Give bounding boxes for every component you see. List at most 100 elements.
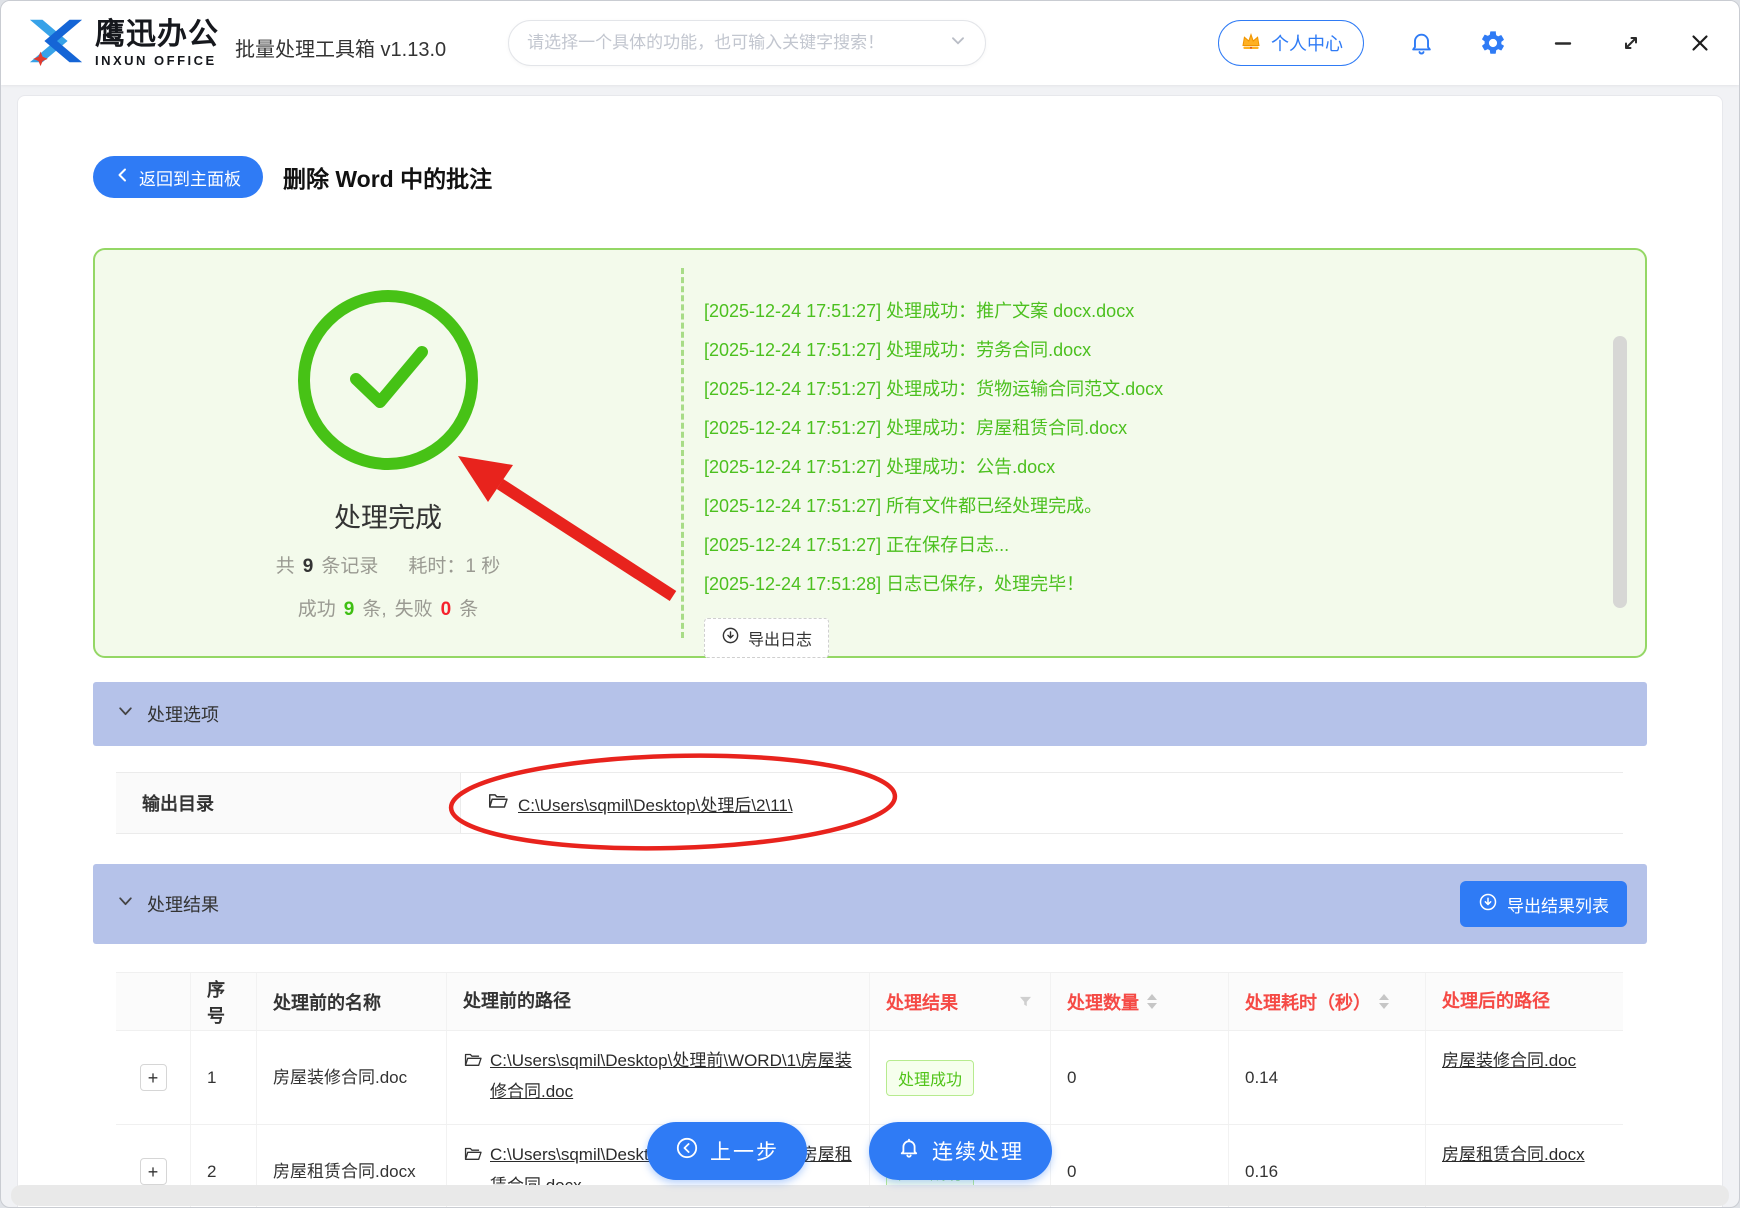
folder-icon: [463, 1051, 482, 1073]
bell-icon: [897, 1136, 921, 1166]
brand-logo: 鹰迅办公 INXUN OFFICE: [27, 14, 219, 73]
table-row: + 1 房屋装修合同.doc C:\Users\sqmil\Desktop\处理…: [116, 1031, 1623, 1125]
circle-back-icon: [675, 1136, 699, 1166]
export-results-button[interactable]: 导出结果列表: [1460, 881, 1627, 927]
fail-suffix: 条: [459, 594, 478, 621]
process-complete-panel: 处理完成 共 9 条记录 耗时：1 秒 成功 9 条, 失败 0 条: [93, 248, 1647, 658]
count-header-label: 处理数量: [1067, 989, 1139, 1015]
column-header-path: 处理前的路径: [447, 973, 870, 1030]
chevron-down-icon: [117, 893, 134, 915]
folder-icon: [487, 791, 508, 815]
success-count: 9: [344, 599, 355, 621]
time-header-label: 处理耗时（秒）: [1245, 989, 1371, 1015]
log-line: [2025-12-24 17:51:27] 处理成功：劳务合同.docx: [704, 331, 1645, 370]
source-path-link[interactable]: C:\Users\sqmil\Desktop\处理前\WORD\1\房屋装修合同…: [490, 1045, 853, 1107]
success-fail-stats: 成功 9 条, 失败 0 条: [298, 594, 478, 621]
sort-icon[interactable]: [1379, 994, 1389, 1009]
row-index: 1: [191, 1031, 257, 1124]
user-center-button[interactable]: 个人中心: [1218, 20, 1364, 66]
horizontal-scrollbar[interactable]: [11, 1185, 1729, 1206]
total-prefix: 共: [276, 551, 295, 578]
column-header-result: 处理结果: [870, 973, 1051, 1030]
column-header-after-path: 处理后的路径: [1426, 973, 1623, 1030]
log-line: [2025-12-24 17:51:28] 日志已保存，处理完毕！: [704, 565, 1645, 604]
results-section-header[interactable]: 处理结果 导出结果列表: [93, 864, 1647, 944]
expand-column-header: [116, 973, 191, 1030]
log-scrollbar[interactable]: [1613, 336, 1627, 608]
export-log-button[interactable]: 导出日志: [704, 618, 829, 658]
log-line: [2025-12-24 17:51:27] 所有文件都已经处理完成。: [704, 487, 1645, 526]
results-section-title: 处理结果: [147, 891, 219, 917]
log-line: [2025-12-24 17:51:27] 处理成功：公告.docx: [704, 448, 1645, 487]
brand-text: 鹰迅办公 INXUN OFFICE: [95, 20, 219, 67]
brand-name-en: INXUN OFFICE: [95, 54, 219, 67]
complete-title: 处理完成: [334, 496, 442, 535]
success-suffix: 条,: [362, 594, 386, 621]
page-title: 删除 Word 中的批注: [283, 160, 492, 194]
notification-bell-icon[interactable]: [1408, 30, 1435, 57]
chevron-down-icon: [117, 703, 134, 725]
back-to-dashboard-button[interactable]: 返回到主面板: [93, 156, 263, 198]
back-button-label: 返回到主面板: [139, 165, 241, 190]
result-path-link[interactable]: 房屋租赁合同.docx: [1442, 1139, 1585, 1170]
status-badge: 处理成功: [886, 1060, 974, 1096]
export-log-label: 导出日志: [748, 626, 812, 650]
log-line: [2025-12-24 17:51:27] 正在保存日志...: [704, 526, 1645, 565]
logo-icon: [27, 14, 85, 73]
success-label: 成功: [298, 594, 336, 621]
output-directory-row: 输出目录 C:\Users\sqmil\Desktop\处理后\2\11\: [116, 772, 1623, 834]
chevron-left-icon: [115, 167, 129, 188]
log-area: [2025-12-24 17:51:27] 处理成功：推广文案 docx.doc…: [681, 268, 1645, 638]
process-time: 0.14: [1229, 1031, 1426, 1124]
settings-gear-icon[interactable]: [1479, 29, 1507, 57]
checkmark-icon: [342, 339, 434, 422]
log-line: [2025-12-24 17:51:27] 处理成功：货物运输合同范文.docx: [704, 370, 1645, 409]
total-count: 9: [303, 556, 314, 578]
app-title: 批量处理工具箱 v1.13.0: [235, 33, 446, 62]
crown-icon: [1239, 29, 1263, 58]
process-count: 0: [1051, 1031, 1229, 1124]
file-name: 房屋装修合同.doc: [273, 1064, 407, 1092]
column-header-count: 处理数量: [1051, 973, 1229, 1030]
table-header-row: 序号 处理前的名称 处理前的路径 处理结果 处理数量 处理耗时（秒）: [116, 973, 1623, 1031]
filter-icon[interactable]: [1017, 993, 1034, 1010]
title-bar: 鹰迅办公 INXUN OFFICE 批量处理工具箱 v1.13.0 个: [1, 1, 1739, 85]
log-line: [2025-12-24 17:51:27] 处理成功：推广文案 docx.doc…: [704, 292, 1645, 331]
close-button[interactable]: [1687, 30, 1713, 56]
record-stats: 共 9 条记录 耗时：1 秒: [276, 551, 500, 578]
function-search[interactable]: [508, 20, 986, 66]
result-path-link[interactable]: 房屋装修合同.doc: [1442, 1045, 1576, 1076]
fail-count: 0: [441, 599, 452, 621]
brand-name-cn: 鹰迅办公: [95, 20, 219, 50]
continue-process-label: 连续处理: [932, 1136, 1024, 1166]
sort-icon[interactable]: [1147, 994, 1157, 1009]
download-icon: [1478, 892, 1498, 917]
main-content-card: 返回到主面板 删除 Word 中的批注 处理完成 共 9 条记录 耗时：1 秒: [17, 95, 1723, 1208]
maximize-resize-button[interactable]: [1619, 31, 1643, 55]
success-ring: [298, 290, 478, 470]
search-input[interactable]: [527, 33, 949, 53]
output-directory-link[interactable]: C:\Users\sqmil\Desktop\处理后\2\11\: [518, 791, 793, 816]
continue-process-button[interactable]: 连续处理: [869, 1122, 1052, 1180]
output-directory-label: 输出目录: [116, 773, 461, 833]
chevron-down-icon[interactable]: [949, 32, 967, 55]
result-header-label: 处理结果: [886, 989, 958, 1015]
app-window: 鹰迅办公 INXUN OFFICE 批量处理工具箱 v1.13.0 个: [0, 0, 1740, 1208]
expand-row-button[interactable]: +: [140, 1158, 167, 1185]
previous-step-button[interactable]: 上一步: [647, 1122, 807, 1180]
minimize-button[interactable]: [1551, 31, 1575, 55]
time-elapsed: 耗时：1 秒: [408, 551, 500, 578]
export-results-label: 导出结果列表: [1507, 892, 1609, 917]
results-table: 序号 处理前的名称 处理前的路径 处理结果 处理数量 处理耗时（秒）: [116, 972, 1623, 1208]
log-line: [2025-12-24 17:51:27] 处理成功：房屋租赁合同.docx: [704, 409, 1645, 448]
total-suffix: 条记录: [321, 551, 378, 578]
folder-icon: [463, 1145, 482, 1167]
download-icon: [721, 626, 740, 650]
column-header-time: 处理耗时（秒）: [1229, 973, 1426, 1030]
options-section-header[interactable]: 处理选项: [93, 682, 1647, 746]
file-name: 房屋租赁合同.docx: [273, 1158, 416, 1186]
user-center-label: 个人中心: [1271, 30, 1343, 56]
options-section-title: 处理选项: [147, 701, 219, 727]
expand-row-button[interactable]: +: [140, 1064, 167, 1091]
previous-step-label: 上一步: [710, 1136, 779, 1166]
